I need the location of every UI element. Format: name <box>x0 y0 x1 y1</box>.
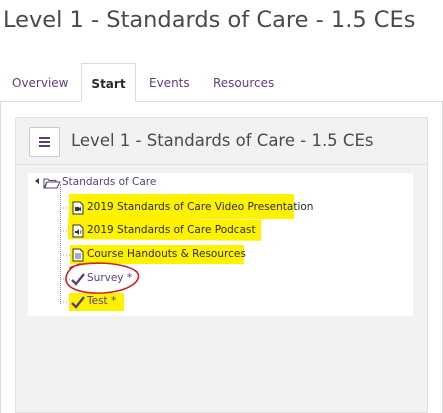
audio-file-icon <box>72 224 84 238</box>
tree-item-label: Survey * <box>87 272 133 284</box>
tab-start[interactable]: Start <box>81 63 136 102</box>
tree-item-label: Course Handouts & Resources <box>87 248 246 260</box>
checkmark-icon <box>71 273 85 286</box>
tree-item-label: 2019 Standards of Care Podcast <box>87 224 256 236</box>
menu-button[interactable] <box>29 127 60 157</box>
tree-root-label: Standards of Care <box>62 176 157 188</box>
panel-header: Level 1 - Standards of Care - 1.5 CEs <box>16 118 427 165</box>
tab-events[interactable]: Events <box>149 63 190 102</box>
tab-resources[interactable]: Resources <box>213 63 274 102</box>
tree-item-label: Test * <box>87 295 117 307</box>
content-panel: Level 1 - Standards of Care - 1.5 CEs <box>15 117 428 413</box>
open-folder-icon <box>35 178 61 189</box>
tab-bar: Overview Start Events Resources <box>0 63 443 102</box>
page-title: Level 1 - Standards of Care - 1.5 CEs <box>3 7 416 33</box>
tab-overview[interactable]: Overview <box>12 63 69 102</box>
tree-connector <box>60 184 61 304</box>
document-icon <box>72 248 84 262</box>
page-root: Level 1 - Standards of Care - 1.5 CEs Ov… <box>0 0 443 413</box>
video-file-icon <box>72 201 84 215</box>
hamburger-icon <box>39 137 50 147</box>
tree-item-label: 2019 Standards of Care Video Presentatio… <box>87 201 314 213</box>
checkmark-icon <box>71 296 85 309</box>
panel-title: Level 1 - Standards of Care - 1.5 CEs <box>71 131 374 150</box>
